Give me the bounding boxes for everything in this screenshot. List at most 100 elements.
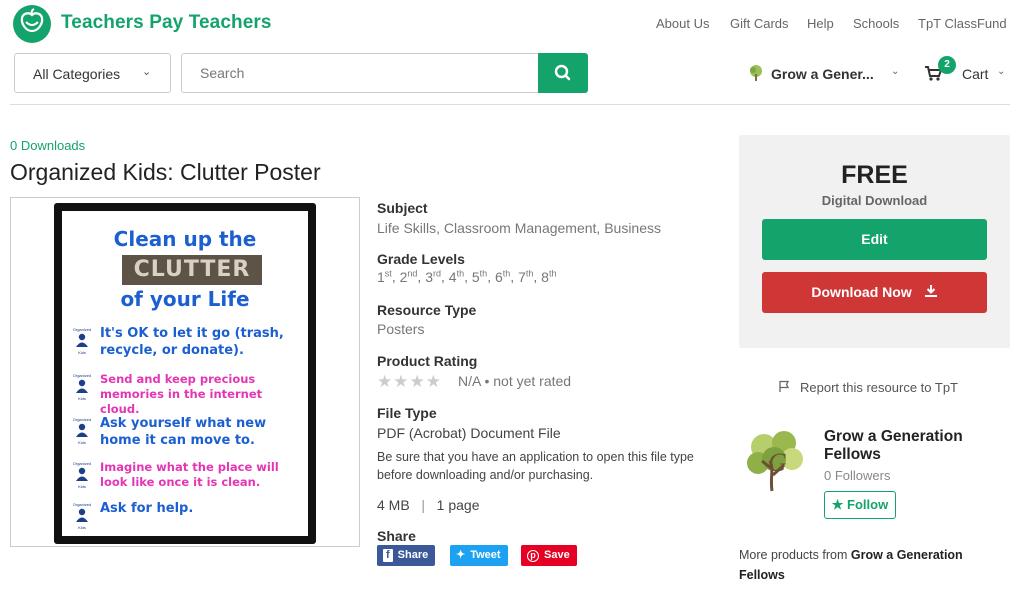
gift-cards-link[interactable]: Gift Cards	[730, 16, 789, 31]
brand-logo[interactable]	[13, 5, 51, 43]
organized-kids-badge-icon: Organized Kids	[72, 416, 92, 446]
poster-clutter-word: CLUTTER	[122, 255, 262, 285]
follow-label: Follow	[847, 497, 889, 512]
help-link[interactable]: Help	[807, 16, 834, 31]
more-products-prefix: More products from	[739, 548, 848, 562]
twitter-icon: ✦	[456, 549, 466, 561]
chevron-down-icon[interactable]: ⌄	[891, 66, 899, 77]
download-now-label: Download Now	[811, 284, 912, 300]
pinterest-save-button[interactable]: p Save	[521, 545, 577, 566]
price-subtitle: Digital Download	[821, 193, 928, 208]
price: FREE	[841, 161, 908, 189]
rating-text: N/A • not yet rated	[458, 373, 571, 389]
download-now-button[interactable]: Download Now	[762, 272, 987, 313]
file-type-value: PDF (Acrobat) Document File	[377, 425, 561, 441]
grade-levels[interactable]: 1st, 2nd, 3rd, 4th, 5th, 6th, 7th, 8th	[377, 268, 556, 285]
chevron-down-icon[interactable]: ⌄	[997, 66, 1005, 77]
more-products-link[interactable]: More products from Grow a Generation Fel…	[739, 545, 1009, 585]
purchase-panel: FREE Digital Download Edit Download Now	[739, 135, 1010, 348]
grade-level[interactable]: 6th	[495, 268, 510, 285]
star-icon: ★	[393, 372, 410, 391]
tree-avatar-icon	[750, 65, 762, 81]
svg-text:Kids: Kids	[78, 525, 86, 530]
grade-level[interactable]: 5th	[472, 268, 487, 285]
account-menu[interactable]: Grow a Gener...	[771, 66, 874, 82]
grade-level[interactable]: 1st	[377, 268, 392, 285]
grades-label: Grade Levels	[377, 251, 465, 267]
facebook-share-button[interactable]: f Share	[377, 545, 436, 566]
share-label: Share	[377, 528, 416, 544]
svg-text:Organized: Organized	[73, 461, 91, 466]
svg-text:Kids: Kids	[78, 350, 86, 355]
search-button[interactable]	[538, 53, 588, 93]
apple-icon	[20, 8, 44, 33]
poster-item-text: Ask for help.	[100, 501, 194, 516]
star-icon: ★	[831, 497, 844, 512]
organized-kids-badge-icon: Organized Kids	[72, 326, 92, 356]
facebook-icon: f	[383, 549, 393, 562]
file-type-label: File Type	[377, 405, 437, 421]
grade-level[interactable]: 8th	[541, 268, 556, 285]
report-link-label: Report this resource to TpT	[800, 380, 958, 395]
star-icon: ★	[425, 372, 442, 391]
organized-kids-badge-icon: Organized Kids	[72, 501, 92, 531]
svg-text:Organized: Organized	[73, 417, 91, 422]
page-title: Organized Kids: Clutter Poster	[10, 159, 321, 185]
grade-level[interactable]: 2nd	[400, 268, 418, 285]
rating-value: N/A	[458, 373, 481, 389]
rating-dot: •	[484, 373, 494, 389]
cart-link[interactable]: Cart	[962, 66, 988, 82]
grade-level[interactable]: 7th	[518, 268, 533, 285]
follower-count: 0 Followers	[824, 468, 891, 483]
grade-level[interactable]: 4th	[449, 268, 464, 285]
chevron-down-icon: ⌄	[142, 66, 152, 78]
poster-item-text: It's OK to let it go (trash, recycle, or…	[100, 326, 284, 358]
organized-kids-badge-icon: Organized Kids	[72, 460, 92, 490]
cart-count-badge: 2	[938, 56, 956, 74]
poster-item-text: Ask yourself what new home it can move t…	[100, 416, 267, 448]
poster-canvas: Clean up the CLUTTER of your Life Organi…	[62, 211, 308, 536]
file-type-note: Be sure that you have an application to …	[377, 450, 694, 482]
flag-icon	[779, 380, 790, 392]
file-size: 4 MB	[377, 497, 410, 513]
rating-note: not yet rated	[493, 373, 572, 389]
grade-level[interactable]: 3rd	[425, 268, 441, 285]
schools-link[interactable]: Schools	[853, 16, 899, 31]
svg-text:Organized: Organized	[73, 373, 91, 378]
classfund-link[interactable]: TpT ClassFund	[918, 16, 1007, 31]
category-select-label: All Categories	[33, 66, 121, 82]
svg-text:Organized: Organized	[73, 327, 91, 332]
category-select[interactable]: All Categories ⌄	[14, 53, 171, 93]
rating-stars: ★★★★	[377, 372, 442, 392]
file-separator: |	[413, 497, 433, 513]
poster-item-text: Send and keep precious memories in the i…	[100, 372, 263, 416]
resource-type-label: Resource Type	[377, 302, 477, 318]
svg-text:Kids: Kids	[78, 484, 86, 489]
header-divider	[10, 104, 1010, 105]
edit-button[interactable]: Edit	[762, 219, 987, 260]
follow-button[interactable]: ★ Follow	[824, 491, 896, 519]
svg-text:G: G	[768, 448, 787, 477]
report-link[interactable]: Report this resource to TpT	[778, 380, 958, 395]
poster-image[interactable]: Clean up the CLUTTER of your Life Organi…	[54, 203, 316, 544]
download-icon	[924, 285, 937, 297]
download-count: 0 Downloads	[10, 138, 86, 153]
twitter-share-button[interactable]: ✦ Tweet	[450, 545, 508, 566]
resource-type-value[interactable]: Posters	[377, 321, 424, 337]
svg-text:Kids: Kids	[78, 440, 86, 445]
svg-text:Organized: Organized	[73, 502, 91, 507]
search-input[interactable]	[181, 53, 539, 93]
brand-name[interactable]: Teachers Pay Teachers	[61, 12, 272, 34]
rating-label: Product Rating	[377, 353, 478, 369]
file-size-pages: 4 MB | 1 page	[377, 497, 480, 513]
pinterest-icon: p	[527, 550, 539, 562]
seller-logo[interactable]: G	[740, 425, 810, 495]
seller-name[interactable]: Grow a Generation Fellows	[824, 428, 1004, 464]
subject-value[interactable]: Life Skills, Classroom Management, Busin…	[377, 220, 661, 236]
poster-heading-line3: of your Life	[120, 287, 250, 311]
twitter-share-label: Tweet	[470, 549, 501, 561]
subject-label: Subject	[377, 200, 428, 216]
poster-heading-line1: Clean up the	[113, 227, 257, 251]
poster-item-text: Imagine what the place will look like on…	[100, 460, 279, 489]
about-us-link[interactable]: About Us	[656, 16, 709, 31]
